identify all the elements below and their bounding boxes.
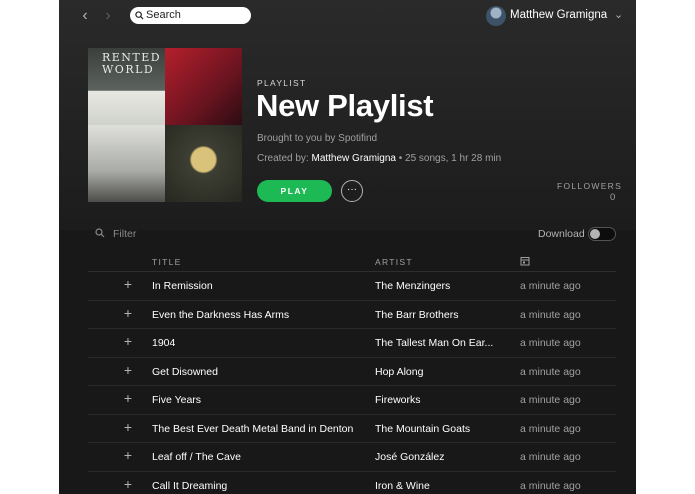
track-date-added: a minute ago xyxy=(520,365,581,378)
album-art-text: RENTED WORLD xyxy=(102,51,162,76)
track-title[interactable]: The Best Ever Death Metal Band in Denton xyxy=(152,423,362,435)
avatar[interactable] xyxy=(486,6,506,26)
add-track-button[interactable]: + xyxy=(122,333,134,349)
forward-button[interactable]: › xyxy=(100,7,116,25)
playlist-title: New Playlist xyxy=(256,88,434,123)
playlist-meta: Created by: Matthew Gramigna • 25 songs,… xyxy=(257,153,501,164)
track-title[interactable]: Even the Darkness Has Arms xyxy=(152,309,362,321)
track-date-added: a minute ago xyxy=(520,394,581,406)
add-track-button[interactable]: + xyxy=(122,390,134,406)
search-icon xyxy=(95,228,105,238)
album-art-rented-world: RENTED WORLD xyxy=(88,48,165,125)
track-title[interactable]: 1904 xyxy=(152,337,362,349)
track-artist[interactable]: The Tallest Man On Ear... xyxy=(375,337,505,349)
more-options-button[interactable]: ··· xyxy=(341,180,363,202)
playlist-description: Brought to you by Spotifind xyxy=(257,133,378,144)
created-by-label: Created by: xyxy=(257,153,312,164)
album-art xyxy=(165,125,242,202)
track-date-added: a minute ago xyxy=(520,422,581,435)
download-toggle[interactable] xyxy=(588,227,616,241)
track-row[interactable]: + In Remission The Menzingers a minute ago xyxy=(88,272,616,301)
add-track-button[interactable]: + xyxy=(122,362,134,378)
add-track-button[interactable]: + xyxy=(122,447,134,463)
search-icon xyxy=(135,11,144,20)
user-name[interactable]: Matthew Gramigna xyxy=(510,9,607,21)
track-row[interactable]: + Get Disowned Hop Along a minute ago xyxy=(88,358,616,386)
calendar-icon xyxy=(520,257,530,266)
add-track-button[interactable]: + xyxy=(122,419,134,435)
album-art xyxy=(88,125,165,202)
top-bar: ‹ › Search Matthew Gramigna ⌄ xyxy=(59,0,636,32)
track-list: + In Remission The Menzingers a minute ago +… xyxy=(88,272,616,494)
playlist-cover: RENTED WORLD xyxy=(88,48,242,202)
track-date-added: a minute ago xyxy=(520,451,581,463)
track-title[interactable]: Call It Dreaming xyxy=(152,480,362,492)
spotify-window: ‹ › Search Matthew Gramigna ⌄ RENTED WOR… xyxy=(59,0,636,494)
track-artist[interactable]: Fireworks xyxy=(375,394,505,406)
track-title[interactable]: Leaf off / The Cave xyxy=(152,451,362,463)
playlist-type-label: PLAYLIST xyxy=(257,78,307,88)
track-date-added: a minute ago xyxy=(520,337,581,349)
track-artist[interactable]: José González xyxy=(375,451,505,463)
track-title[interactable]: In Remission xyxy=(152,280,362,292)
chevron-down-icon[interactable]: ⌄ xyxy=(614,8,626,21)
track-date-added: a minute ago xyxy=(520,479,581,492)
column-header-title[interactable]: TITLE xyxy=(152,257,182,267)
track-artist[interactable]: Hop Along xyxy=(375,366,505,378)
add-track-button[interactable]: + xyxy=(122,476,134,492)
track-date-added: a minute ago xyxy=(520,308,581,321)
track-row[interactable]: + Five Years Fireworks a minute ago xyxy=(88,386,616,415)
back-button[interactable]: ‹ xyxy=(77,7,93,25)
track-row[interactable]: + Even the Darkness Has Arms The Barr Brot… xyxy=(88,301,616,329)
playlist-stats: • 25 songs, 1 hr 28 min xyxy=(395,153,502,164)
filter-placeholder: Filter xyxy=(113,228,137,240)
track-date-added: a minute ago xyxy=(520,280,581,292)
track-title[interactable]: Get Disowned xyxy=(152,366,362,378)
column-header-artist[interactable]: ARTIST xyxy=(375,257,413,267)
album-art xyxy=(165,48,242,125)
search-placeholder: Search xyxy=(146,9,181,21)
owner-link[interactable]: Matthew Gramigna xyxy=(311,153,395,164)
toggle-knob xyxy=(590,229,600,239)
track-artist[interactable]: The Menzingers xyxy=(375,280,505,292)
track-row[interactable]: + The Best Ever Death Metal Band in Dento… xyxy=(88,415,616,443)
followers-label: FOLLOWERS xyxy=(557,181,623,191)
add-track-button[interactable]: + xyxy=(122,305,134,321)
track-artist[interactable]: The Barr Brothers xyxy=(375,309,505,321)
track-row[interactable]: + Call It Dreaming Iron & Wine a minute ago xyxy=(88,472,616,494)
download-label: Download xyxy=(538,228,585,240)
play-button[interactable]: PLAY xyxy=(257,180,332,202)
search-input[interactable]: Search xyxy=(130,7,251,24)
followers-count: 0 xyxy=(610,192,616,203)
add-track-button[interactable]: + xyxy=(122,276,134,292)
track-artist[interactable]: The Mountain Goats xyxy=(375,423,505,435)
track-artist[interactable]: Iron & Wine xyxy=(375,480,505,492)
column-header-date-added[interactable] xyxy=(520,256,530,268)
track-title[interactable]: Five Years xyxy=(152,394,362,406)
track-row[interactable]: + Leaf off / The Cave José González a minut… xyxy=(88,443,616,472)
track-row[interactable]: +1904 The Tallest Man On Ear... a minute a… xyxy=(88,329,616,358)
